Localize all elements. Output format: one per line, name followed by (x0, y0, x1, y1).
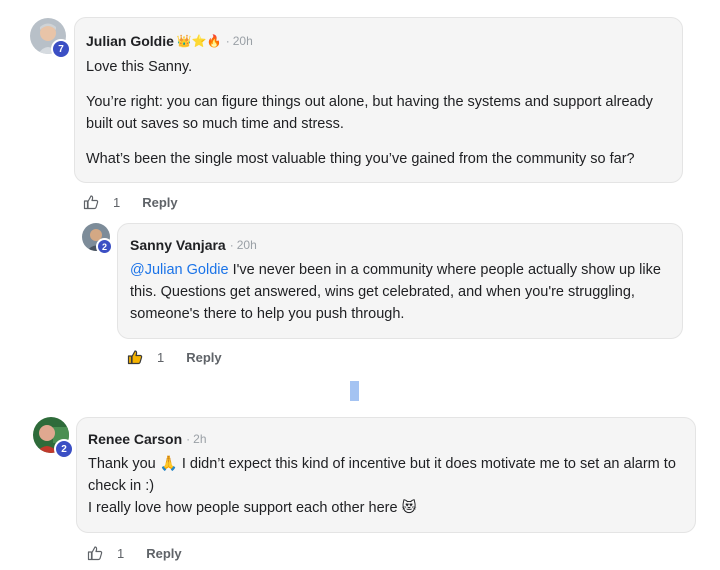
timestamp[interactable]: 20h (237, 238, 257, 252)
author-name[interactable]: Sanny Vanjara (130, 237, 226, 253)
comment-text: built out saves so much time and stress. (86, 116, 344, 132)
timestamp[interactable]: 2h (193, 432, 206, 446)
reply-button[interactable]: Reply (186, 350, 221, 365)
comment-actions: 1 Reply (87, 545, 182, 561)
thumbs-up-icon[interactable] (127, 349, 143, 365)
mention-link[interactable]: @Julian Goldie (130, 262, 229, 278)
reply-button[interactable]: Reply (142, 195, 177, 210)
level-badge: 7 (51, 39, 71, 59)
author-name[interactable]: Julian Goldie (86, 33, 174, 49)
comment-actions: 1 Reply (83, 194, 178, 210)
thumbs-up-icon[interactable] (83, 194, 99, 210)
comment-text: Thank you 🙏 I didn’t expect this kind of… (88, 456, 676, 472)
level-badge: 2 (96, 238, 113, 255)
like-count: 1 (157, 349, 165, 365)
like-count: 1 (113, 194, 121, 210)
level-badge: 2 (54, 439, 74, 459)
comment-text: Love this Sanny. (86, 59, 193, 75)
separator-dot: · (186, 432, 191, 446)
thumbs-up-icon[interactable] (87, 545, 103, 561)
like-count: 1 (117, 545, 125, 561)
separator-dot: · (229, 238, 234, 252)
comment-text: What’s been the single most valuable thi… (86, 151, 635, 167)
comment-text: someone's there to help you push through… (130, 306, 405, 322)
comment-header: Renee Carson · 2h (88, 431, 207, 447)
comment-text: I really love how people support each ot… (88, 500, 417, 516)
timestamp[interactable]: 20h (233, 34, 253, 48)
comment-actions: 1 Reply (127, 349, 222, 365)
author-name[interactable]: Renee Carson (88, 431, 182, 447)
comment-text: check in :) (88, 478, 155, 494)
scroll-marker (350, 381, 359, 401)
comment-line: I've never been in a community where peo… (232, 262, 661, 278)
comment-header: Julian Goldie 👑⭐🔥 · 20h (86, 33, 253, 49)
comment-text: You’re right: you can figure things out … (86, 94, 653, 110)
comment-header: Sanny Vanjara · 20h (130, 237, 257, 253)
comment-text: @Julian Goldie I've never been in a comm… (130, 259, 661, 281)
author-badges-icon: 👑⭐🔥 (176, 34, 222, 48)
separator-dot: · (225, 34, 230, 48)
comment-text: this. Questions get answered, wins get c… (130, 284, 635, 300)
reply-button[interactable]: Reply (146, 546, 181, 561)
